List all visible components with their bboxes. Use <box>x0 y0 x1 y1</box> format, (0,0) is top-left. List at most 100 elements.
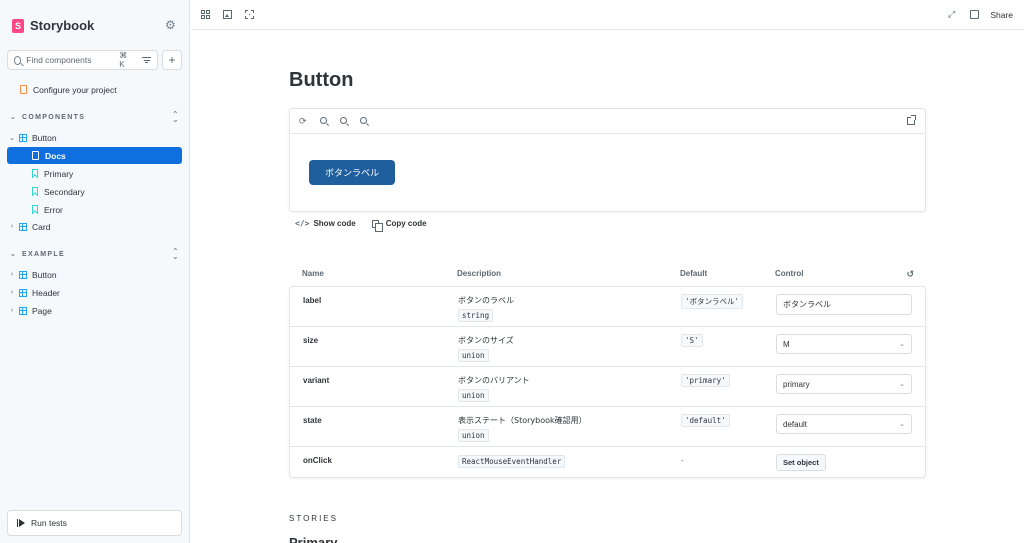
chevron-down-icon: ⌄ <box>899 341 905 348</box>
component-icon <box>19 288 27 297</box>
sidebar-item-label: Page <box>32 305 52 316</box>
copy-code-button[interactable]: Copy code <box>371 219 427 232</box>
table-row: state 表示ステート（Storybook確認用） union 'defaul… <box>290 407 925 447</box>
component-icon <box>19 222 27 231</box>
background-icon[interactable] <box>223 10 232 19</box>
sidebar-item-header[interactable]: › Header <box>7 284 182 301</box>
arg-type: union <box>458 349 489 362</box>
section-example[interactable]: ⌄ EXAMPLE ⌃ ⌄ <box>10 247 180 261</box>
copy-code-label: Copy code <box>385 219 427 228</box>
sidebar-item-docs[interactable]: Docs <box>7 147 182 164</box>
demo-button[interactable]: ボタンラベル <box>309 160 395 185</box>
component-icon <box>19 306 27 315</box>
sidebar-item-button[interactable]: ⌄ Button <box>7 129 182 146</box>
section-components[interactable]: ⌄ COMPONENTS ⌃ ⌄ <box>10 110 180 124</box>
arg-name: state <box>303 416 322 425</box>
expand-collapse-icon[interactable]: ⌃ ⌄ <box>172 111 180 124</box>
arg-default: 'primary' <box>681 374 730 387</box>
table-row: label ボタンのラベル string 'ボタンラベル' ボタンラベル <box>290 287 925 327</box>
chevron-down-icon: ⌄ <box>9 134 15 142</box>
chevron-down-icon: ⌄ <box>10 251 18 258</box>
arg-description: ボタンのラベル <box>458 296 514 305</box>
chevron-right-icon: › <box>10 289 14 296</box>
filter-icon[interactable] <box>142 57 151 63</box>
configure-project-link[interactable]: Configure your project <box>20 81 180 98</box>
zoom-reset-icon[interactable] <box>360 117 367 124</box>
table-row: variant ボタンのバリアント union 'primary' primar… <box>290 367 925 407</box>
arg-type: union <box>458 429 489 442</box>
label-text-control[interactable]: ボタンラベル <box>776 294 912 315</box>
arg-description: 表示ステート（Storybook確認用） <box>458 416 587 425</box>
primary-story-heading: Primary <box>289 535 338 543</box>
sidebar-item-label: Secondary <box>44 186 85 197</box>
run-tests-button[interactable]: Run tests <box>7 510 182 536</box>
storybook-logo-icon: S <box>12 18 24 33</box>
docs-content: Button ⟳ ボタンラベル </> Show code Copy code … <box>191 31 1024 543</box>
sidebar-item-error[interactable]: Error <box>7 201 182 218</box>
sidebar-item-label: Button <box>32 132 57 143</box>
code-actions: </> Show code Copy code <box>295 219 427 232</box>
sidebar-item-label: Button <box>32 269 57 280</box>
variant-select[interactable]: primary ⌄ <box>776 374 912 394</box>
arg-type: ReactMouseEventHandler <box>458 455 566 468</box>
search-shortcut: ⌘ K <box>119 51 128 69</box>
remount-icon[interactable]: ⟳ <box>299 117 308 126</box>
fullscreen-icon[interactable]: ⤢ <box>948 10 957 19</box>
args-table: label ボタンのラベル string 'ボタンラベル' ボタンラベル siz… <box>289 286 926 478</box>
arg-description: ボタンのサイズ <box>458 336 514 345</box>
column-control: Control <box>775 269 804 278</box>
sidebar-item-card[interactable]: › Card <box>7 218 182 235</box>
sidebar-item-page[interactable]: › Page <box>7 302 182 319</box>
gear-icon[interactable]: ⚙ <box>165 19 177 31</box>
arg-name: onClick <box>303 456 332 465</box>
component-icon <box>19 270 27 279</box>
arg-default: 'ボタンラベル' <box>681 294 744 309</box>
size-select[interactable]: M ⌄ <box>776 334 912 354</box>
section-label: EXAMPLE <box>22 250 65 258</box>
sidebar-item-example-button[interactable]: › Button <box>7 266 182 283</box>
search-box[interactable]: ⌘ K <box>7 50 158 70</box>
arg-name: size <box>303 336 319 345</box>
add-button[interactable]: + <box>162 50 182 70</box>
select-value: default <box>783 419 808 429</box>
table-row: size ボタンのサイズ union 'S' M ⌄ <box>290 327 925 367</box>
outline-icon[interactable] <box>245 10 254 19</box>
arg-type: string <box>458 309 494 322</box>
page-title: Button <box>289 69 354 91</box>
column-default: Default <box>680 269 708 278</box>
brand[interactable]: S Storybook <box>12 18 94 33</box>
zoom-out-icon[interactable] <box>340 117 347 124</box>
open-in-new-tab-icon[interactable] <box>907 115 916 125</box>
state-select[interactable]: default ⌄ <box>776 414 912 434</box>
arg-default: 'default' <box>681 414 730 427</box>
sidebar-item-label: Error <box>44 204 63 215</box>
addons-panel-icon[interactable] <box>970 10 979 19</box>
preview-canvas: ⟳ ボタンラベル <box>289 108 926 212</box>
document-icon <box>20 85 27 94</box>
reset-controls-icon[interactable]: ↺ <box>906 269 914 280</box>
chevron-right-icon: › <box>10 271 14 278</box>
configure-label: Configure your project <box>33 84 117 95</box>
run-tests-label: Run tests <box>31 518 67 528</box>
zoom-in-icon[interactable] <box>320 117 327 124</box>
arg-name: label <box>303 296 322 305</box>
arg-default: - <box>681 456 684 465</box>
sidebar: S Storybook ⚙ ⌘ K + Configure your proje… <box>0 0 190 543</box>
arg-type: union <box>458 389 489 402</box>
show-code-button[interactable]: </> Show code <box>295 219 356 228</box>
grid-icon[interactable] <box>201 10 210 19</box>
set-object-button[interactable]: Set object <box>776 454 826 471</box>
args-table-header: Name Description Default Control ↺ <box>289 269 926 283</box>
search-input[interactable] <box>26 55 115 65</box>
arg-default: 'S' <box>681 334 703 347</box>
document-icon <box>32 151 39 160</box>
arg-name: variant <box>303 376 330 385</box>
sidebar-item-label: Header <box>32 287 60 298</box>
sidebar-item-secondary[interactable]: Secondary <box>7 183 182 200</box>
plus-icon: + <box>168 53 176 67</box>
expand-collapse-icon[interactable]: ⌃ ⌄ <box>172 248 180 261</box>
select-value: primary <box>783 379 810 389</box>
bookmark-icon <box>32 169 38 178</box>
share-button[interactable]: Share <box>990 10 1013 20</box>
sidebar-item-primary[interactable]: Primary <box>7 165 182 182</box>
